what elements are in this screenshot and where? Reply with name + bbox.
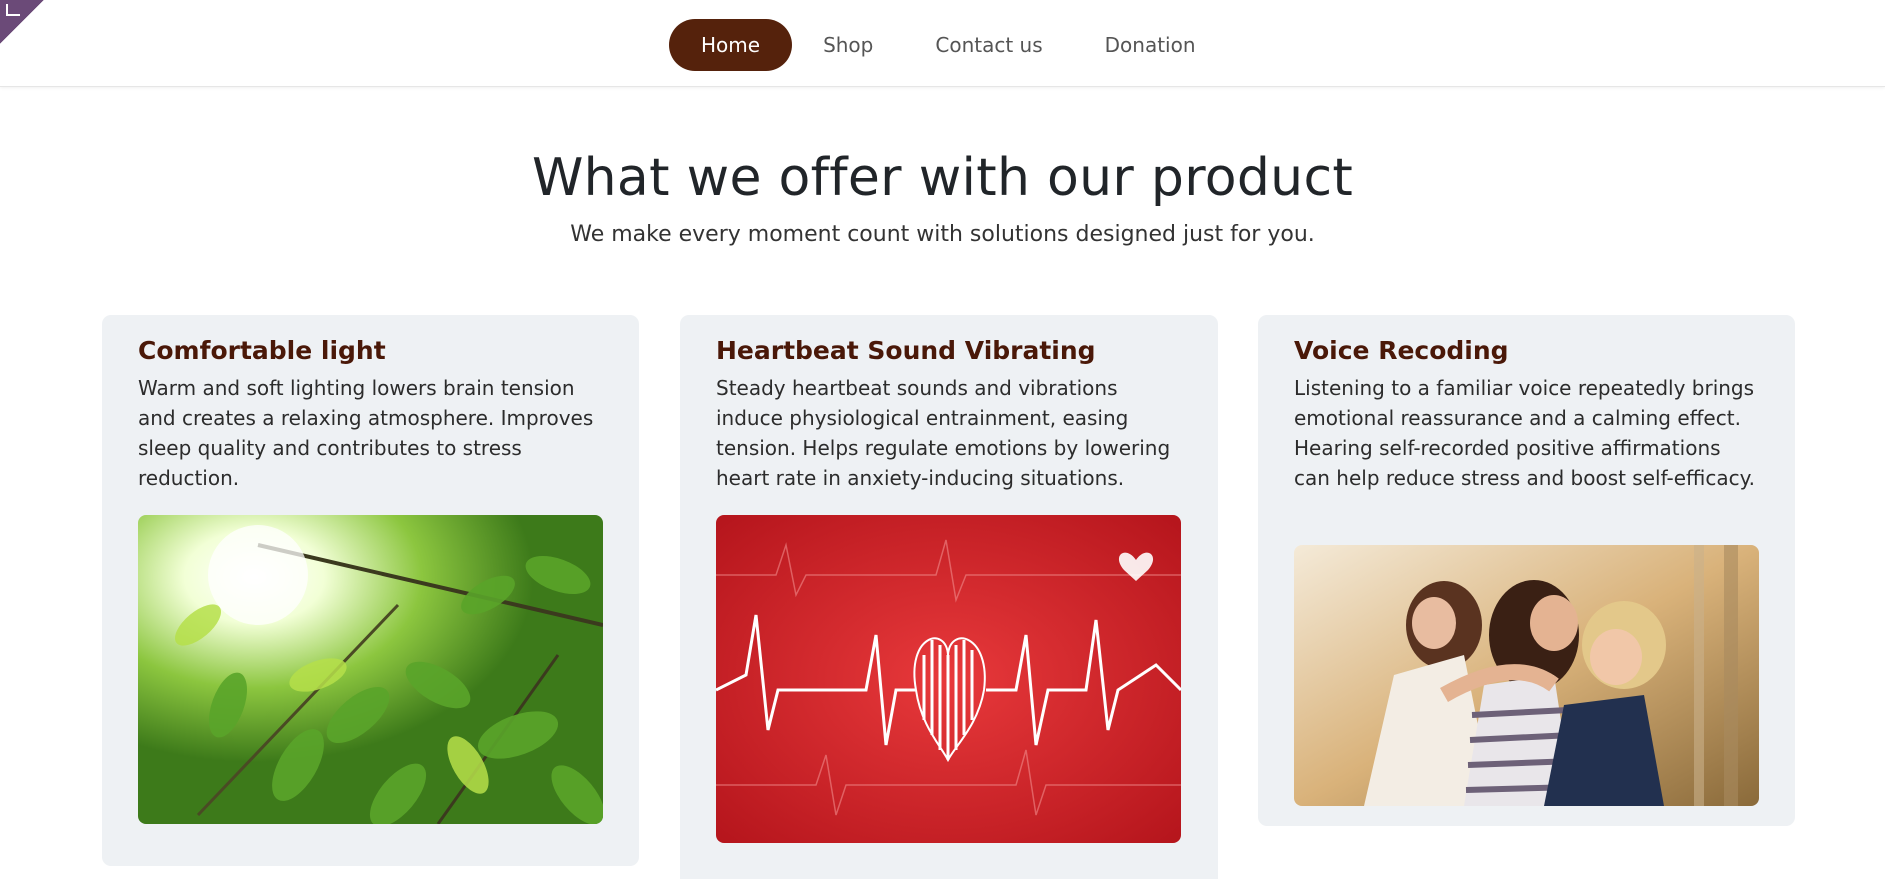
section-subtitle: We make every moment count with solution… — [570, 222, 1315, 247]
corner-badge — [0, 0, 44, 44]
heartbeat-image — [716, 515, 1181, 843]
feature-card-light: Comfortable light Warm and soft lighting… — [102, 315, 639, 866]
feature-card-voice: Voice Recoding Listening to a familiar v… — [1258, 315, 1795, 826]
card-title: Voice Recoding — [1294, 336, 1509, 365]
section-title: What we offer with our product — [531, 148, 1354, 208]
top-navbar: Home Shop Contact us Donation — [0, 0, 1885, 87]
card-description: Warm and soft lighting lowers brain tens… — [138, 376, 594, 490]
card-title: Heartbeat Sound Vibrating — [716, 336, 1096, 365]
corner-mark-icon — [6, 4, 20, 16]
main-nav: Home Shop Contact us Donation — [669, 19, 1227, 71]
feature-card-heartbeat: Heartbeat Sound Vibrating Steady heartbe… — [680, 315, 1218, 879]
sunlight-leaves-image — [138, 515, 603, 824]
nav-home[interactable]: Home — [669, 19, 793, 71]
nav-donation[interactable]: Donation — [1074, 19, 1227, 71]
nav-shop[interactable]: Shop — [792, 19, 904, 71]
card-description: Listening to a familiar voice repeatedly… — [1294, 376, 1755, 490]
mother-children-image — [1294, 545, 1759, 806]
card-description: Steady heartbeat sounds and vibrations i… — [716, 376, 1171, 490]
card-title: Comfortable light — [138, 336, 386, 365]
nav-contact-us[interactable]: Contact us — [904, 19, 1073, 71]
